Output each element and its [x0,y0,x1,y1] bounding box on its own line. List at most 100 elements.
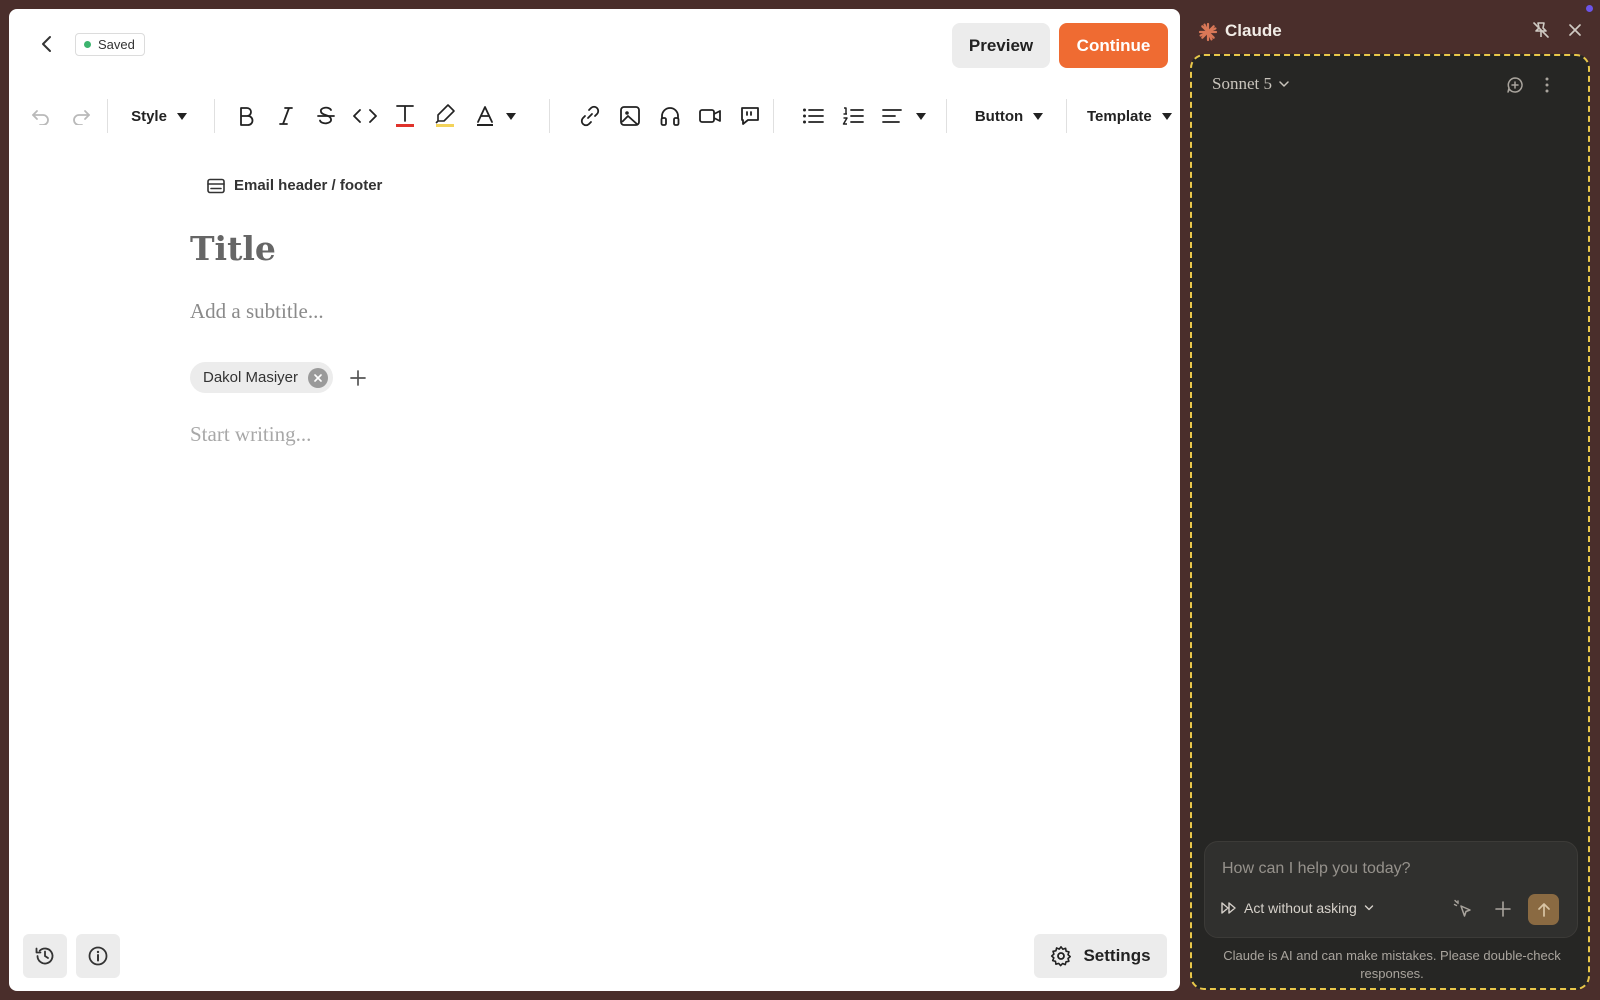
link-button[interactable] [573,91,607,141]
font-color-dropdown[interactable] [471,91,521,141]
code-button[interactable] [348,91,382,141]
text-color-button[interactable] [388,91,422,141]
saved-status-dot [84,41,91,48]
model-selector[interactable]: Sonnet 5 [1212,74,1290,94]
toolbar-divider [773,99,774,133]
settings-button[interactable]: Settings [1034,934,1167,978]
button-dropdown[interactable]: Button [969,91,1049,141]
back-button[interactable] [34,31,60,57]
quote-icon [741,107,759,125]
align-dropdown[interactable] [877,91,931,141]
undo-icon [32,110,49,125]
permission-mode-dropdown[interactable]: Act without asking [1221,900,1374,916]
author-name: Dakol Masiyer [203,369,299,386]
email-header-footer-label: Email header / footer [234,177,383,194]
pointer-icon [1453,899,1471,917]
bold-button[interactable] [229,91,263,141]
text-color-icon [396,105,414,127]
notification-dot [1586,5,1593,12]
model-name: Sonnet 5 [1212,74,1272,93]
saved-status-label: Saved [98,37,135,52]
body-editor[interactable]: Start writing... [190,422,311,447]
audio-icon [660,107,680,126]
bullet-list-button[interactable] [796,91,830,141]
editor-window: Saved Preview Continue Style Button Temp… [9,9,1180,991]
send-button[interactable] [1528,894,1559,925]
close-icon [1569,24,1581,36]
close-icon [314,373,322,382]
info-icon [88,946,108,966]
more-options-button[interactable] [1544,76,1550,99]
chat-input[interactable]: How can I help you today? [1222,860,1411,878]
code-icon [353,109,377,123]
fast-forward-icon [1221,902,1236,914]
permission-mode-label: Act without asking [1244,900,1357,916]
template-dropdown[interactable]: Template [1087,91,1180,141]
redo-icon [73,110,90,125]
caret-down-icon [1161,112,1172,120]
plus-icon [1495,901,1511,917]
highlight-button[interactable] [428,91,462,141]
align-icon [882,109,902,123]
numbered-list-button[interactable] [836,91,870,141]
link-icon [580,105,600,127]
claude-logo-icon [1198,22,1218,42]
gear-icon [1051,946,1072,967]
chevron-down-icon [1279,81,1289,87]
preview-button[interactable]: Preview [952,23,1050,68]
unpin-button[interactable] [1531,20,1551,45]
italic-button[interactable] [269,91,303,141]
title-input[interactable]: Title [190,229,276,268]
ai-disclaimer: Claude is AI and can make mistakes. Plea… [1223,948,1561,981]
caret-down-icon [176,112,187,120]
continue-button[interactable]: Continue [1059,23,1168,68]
more-icon [1545,77,1549,93]
chat-composer: How can I help you today? Act without as… [1204,841,1578,938]
style-dropdown-label: Style [131,107,167,125]
select-element-button[interactable] [1453,899,1473,924]
claude-panel-title: Claude [1225,21,1282,40]
info-button[interactable] [76,934,120,978]
add-author-button[interactable] [345,365,371,391]
chevron-down-icon [1364,905,1374,911]
toolbar-divider [549,99,550,133]
back-icon [42,36,51,52]
toolbar-divider [1066,99,1067,133]
redo-button[interactable] [64,91,98,141]
email-layout-icon [207,178,225,193]
strikethrough-icon [317,106,335,125]
undo-button[interactable] [24,91,58,141]
button-dropdown-label: Button [974,107,1024,125]
quote-button[interactable] [733,91,767,141]
caret-down-icon [1033,112,1044,120]
video-button[interactable] [693,91,727,141]
style-dropdown[interactable]: Style [127,91,191,141]
author-chip: Dakol Masiyer [190,362,334,393]
bullet-list-icon [803,108,824,124]
settings-label: Settings [1083,946,1151,965]
image-button[interactable] [613,91,647,141]
font-color-icon [477,106,493,126]
template-dropdown-label: Template [1087,107,1152,125]
new-chat-button[interactable] [1506,76,1524,99]
italic-icon [279,107,293,125]
send-arrow-icon [1537,902,1550,917]
toolbar-divider [214,99,215,133]
email-header-footer-button[interactable]: Email header / footer [207,177,382,194]
remove-author-button[interactable] [308,367,329,388]
caret-down-icon [506,112,516,120]
strikethrough-button[interactable] [309,91,343,141]
audio-button[interactable] [653,91,687,141]
history-button[interactable] [23,934,67,978]
add-attachment-button[interactable] [1493,899,1513,924]
plus-icon [350,370,366,386]
history-icon [35,947,54,965]
subtitle-input[interactable]: Add a subtitle... [190,299,324,324]
close-panel-button[interactable] [1565,20,1585,45]
saved-status-badge: Saved [75,33,145,56]
unpin-icon [1533,22,1549,38]
toolbar-divider [946,99,947,133]
claude-panel-header: Claude [1180,14,1600,48]
claude-panel: Claude Sonnet 5 How can I help you today… [1180,0,1600,1000]
highlight-icon [435,104,455,127]
